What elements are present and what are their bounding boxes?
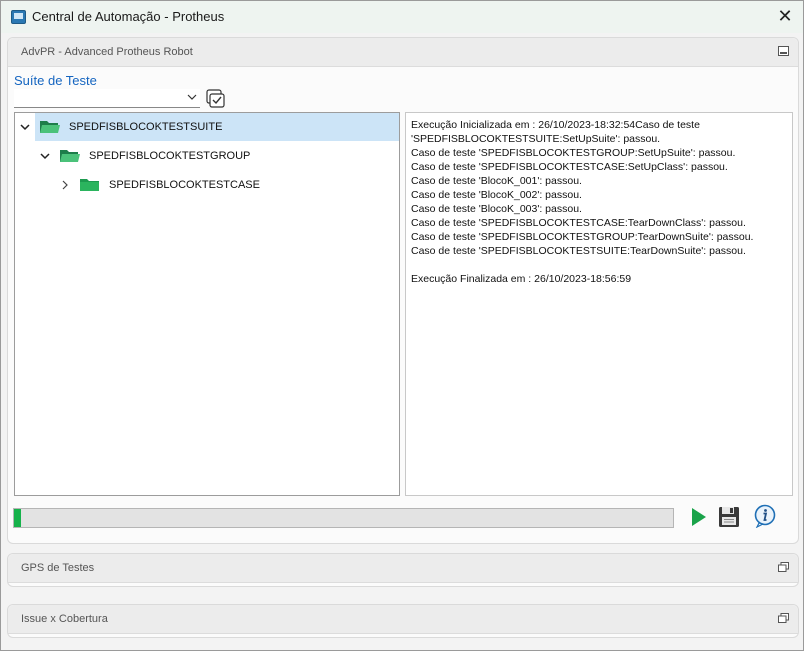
folder-icon [80, 179, 99, 191]
minimize-panel-icon[interactable] [778, 46, 789, 56]
gps-panel-title: GPS de Testes [21, 562, 95, 574]
chevron-down-icon [187, 94, 197, 100]
app-window: Central de Automação - Protheus ✕ AdvPR … [0, 0, 804, 651]
log-line: Caso de teste 'SPEDFISBLOCOKTESTGROUP:Se… [411, 147, 736, 159]
advpr-panel: AdvPR - Advanced Protheus Robot Suíte de… [7, 37, 799, 544]
open-folder-icon [60, 150, 80, 162]
progress-bar [13, 508, 674, 528]
chevron-right-icon[interactable] [60, 180, 70, 190]
execution-log[interactable]: Execução Inicializada em : 26/10/2023-18… [405, 112, 793, 496]
log-line: Caso de teste 'SPEDFISBLOCOKTESTGROUP:Te… [411, 231, 754, 243]
suite-label: Suíte de Teste [14, 73, 97, 88]
tree-node-suite[interactable]: SPEDFISBLOCOKTESTSUITE [35, 113, 399, 141]
issue-panel-header[interactable]: Issue x Cobertura [8, 605, 798, 634]
tree-node-label: SPEDFISBLOCOKTESTCASE [109, 179, 260, 191]
progress-fill [14, 509, 21, 527]
save-button[interactable] [717, 505, 741, 529]
suite-select[interactable] [14, 89, 200, 108]
tree-node-group[interactable]: SPEDFISBLOCOKTESTGROUP [55, 142, 399, 170]
chevron-down-icon[interactable] [20, 122, 30, 132]
close-button[interactable]: ✕ [775, 6, 795, 26]
tree-node-label: SPEDFISBLOCOKTESTGROUP [89, 150, 251, 162]
restore-panel-icon[interactable] [778, 613, 789, 623]
log-line: Execução Finalizada em : 26/10/2023-18:5… [411, 273, 632, 285]
tree-node-label: SPEDFISBLOCOKTESTSUITE [69, 121, 223, 133]
select-all-tests-button[interactable] [206, 89, 226, 109]
log-line: Execução Inicializada em : 26/10/2023-18… [411, 119, 700, 131]
advpr-panel-header[interactable]: AdvPR - Advanced Protheus Robot [8, 38, 798, 67]
play-button[interactable] [686, 505, 710, 529]
app-icon [11, 10, 26, 24]
issue-panel-title: Issue x Cobertura [21, 613, 108, 625]
info-icon[interactable] [753, 504, 777, 528]
log-line: 'SPEDFISBLOCOKTESTSUITE:SetUpSuite': pas… [411, 133, 661, 145]
restore-panel-icon[interactable] [778, 562, 789, 572]
gps-panel: GPS de Testes [7, 553, 799, 587]
log-line: Caso de teste 'SPEDFISBLOCOKTESTSUITE:Te… [411, 245, 746, 257]
log-line: Caso de teste 'SPEDFISBLOCOKTESTCASE:Set… [411, 161, 728, 173]
open-folder-icon [40, 121, 60, 133]
gps-panel-header[interactable]: GPS de Testes [8, 554, 798, 583]
log-line: Caso de teste 'BlocoK_002': passou. [411, 189, 582, 201]
chevron-down-icon[interactable] [40, 151, 50, 161]
test-tree[interactable]: SPEDFISBLOCOKTESTSUITE SPEDFISBLOCOKTEST… [14, 112, 400, 496]
log-line: Caso de teste 'SPEDFISBLOCOKTESTCASE:Tea… [411, 217, 746, 229]
window-title: Central de Automação - Protheus [32, 9, 225, 24]
title-bar[interactable]: Central de Automação - Protheus ✕ [1, 1, 803, 33]
tree-node-case[interactable]: SPEDFISBLOCOKTESTCASE [75, 171, 399, 199]
log-line: Caso de teste 'BlocoK_003': passou. [411, 203, 582, 215]
issue-panel: Issue x Cobertura [7, 604, 799, 638]
log-line: Caso de teste 'BlocoK_001': passou. [411, 175, 582, 187]
advpr-panel-title: AdvPR - Advanced Protheus Robot [21, 46, 193, 58]
